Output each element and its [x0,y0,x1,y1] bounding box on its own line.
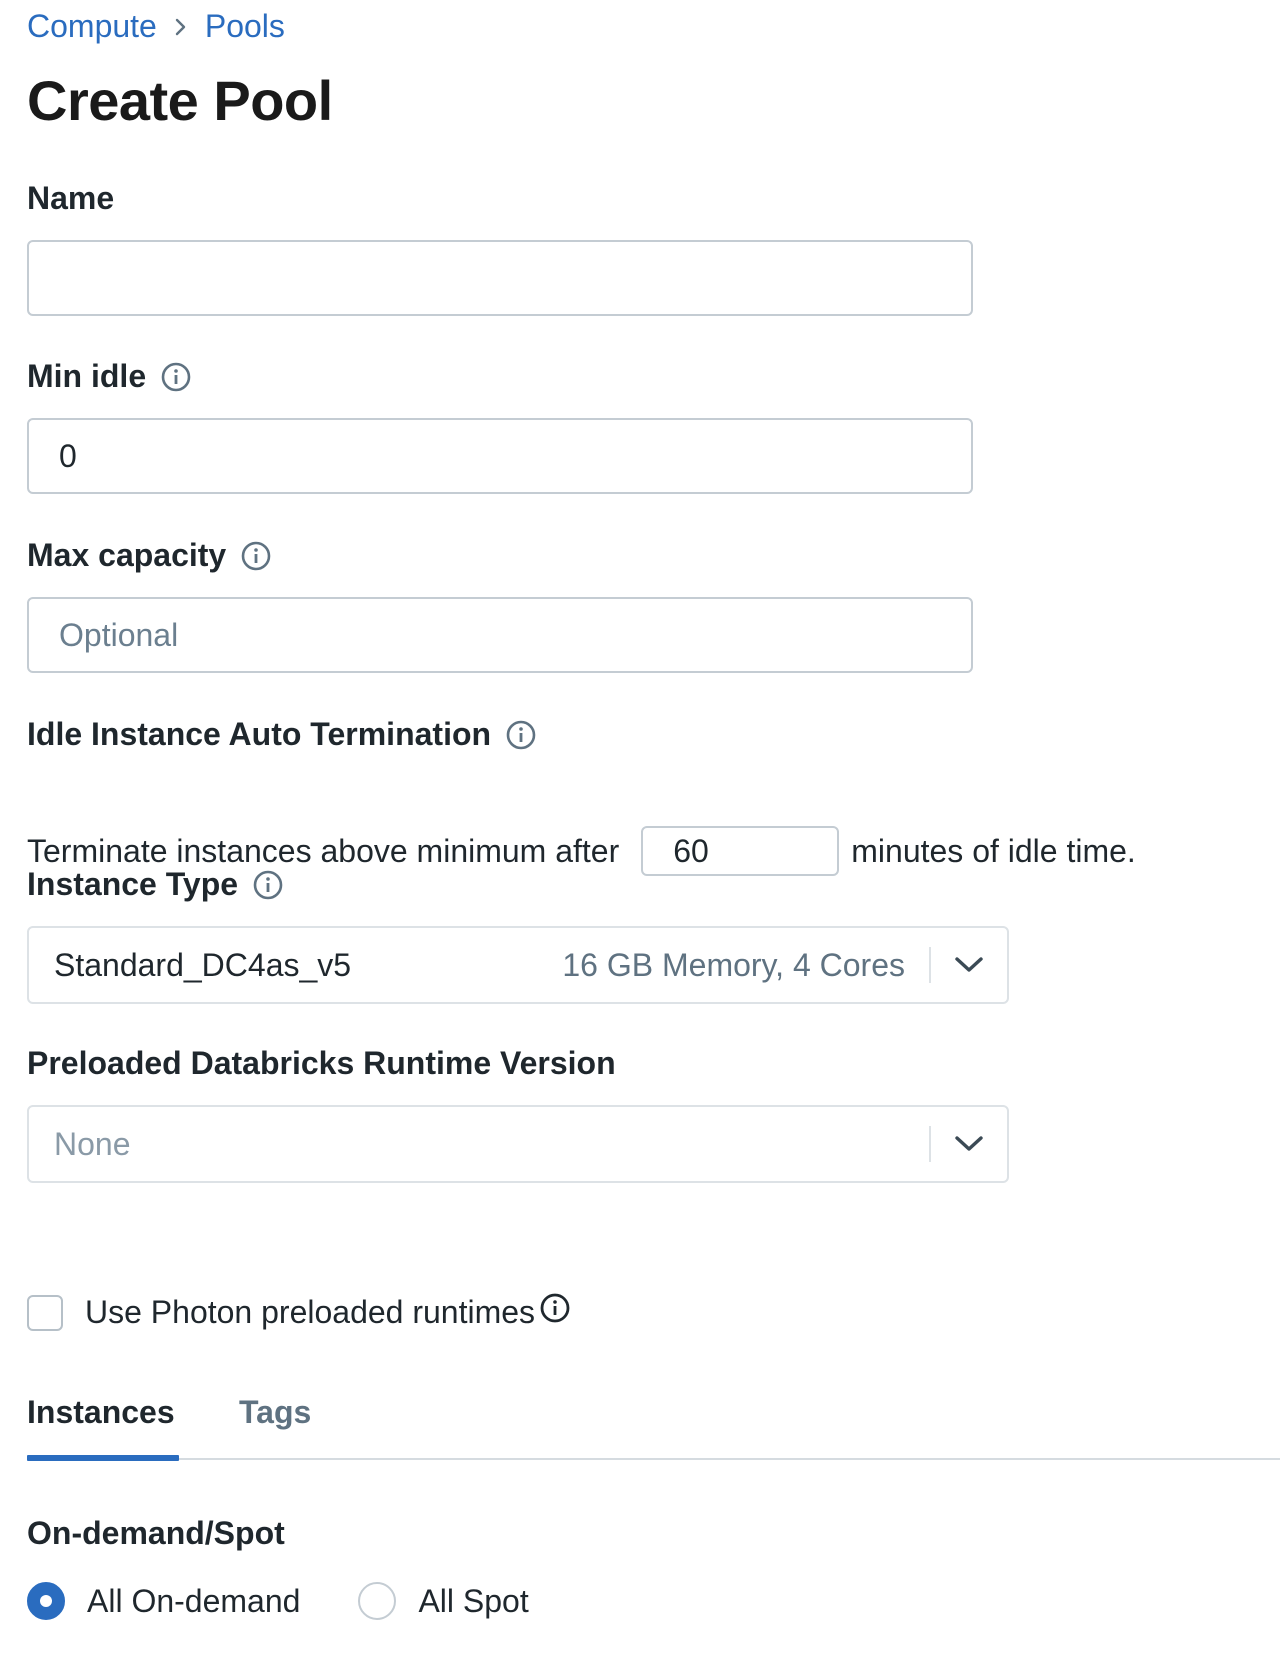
breadcrumb-item-compute[interactable]: Compute [27,8,157,45]
name-label: Name [27,180,114,217]
all-spot-radio[interactable] [358,1582,397,1620]
chevron-right-icon [175,18,187,36]
max-capacity-label: Max capacity [27,537,272,574]
instance-type-label-text: Instance Type [27,866,239,902]
create-pool-page: Compute Pools Create Pool Name Min idle … [0,0,1280,1668]
tab-tags-label: Tags [239,1394,312,1430]
min-idle-input[interactable] [27,418,973,494]
info-icon[interactable] [505,719,537,751]
max-capacity-label-text: Max capacity [27,537,227,573]
chevron-down-icon[interactable] [931,955,1007,975]
on-demand-spot-label-text: On-demand/Spot [27,1515,285,1551]
instance-type-label: Instance Type [27,866,284,903]
min-idle-label-text: Min idle [27,358,147,394]
photon-label[interactable]: Use Photon preloaded runtimes [85,1294,535,1331]
chevron-down-icon[interactable] [931,1134,1007,1154]
auto-termination-suffix: minutes of idle time. [851,832,1136,869]
min-idle-label: Min idle [27,358,192,395]
instance-type-description: 16 GB Memory, 4 Cores [562,946,905,983]
breadcrumb: Compute Pools [27,8,285,45]
all-spot-label[interactable]: All Spot [418,1583,528,1620]
on-demand-spot-label: On-demand/Spot [27,1515,285,1552]
auto-termination-minutes-input[interactable] [641,826,840,876]
breadcrumb-item-pools[interactable]: Pools [205,8,285,45]
on-demand-spot-radio-group: All On-demand All Spot [27,1582,587,1620]
info-icon[interactable] [160,361,192,393]
info-icon[interactable] [252,869,284,901]
all-on-demand-radio[interactable] [27,1582,65,1620]
auto-termination-prefix: Terminate instances above minimum after [27,832,620,869]
runtime-version-label: Preloaded Databricks Runtime Version [27,1045,616,1082]
tab-instances-label: Instances [27,1394,175,1430]
name-label-text: Name [27,180,115,216]
tab-bar: Instances Tags [27,1384,1280,1461]
instance-type-select[interactable]: Standard_DC4as_v5 16 GB Memory, 4 Cores [27,926,1009,1004]
tab-instances[interactable]: Instances [27,1394,175,1431]
photon-checkbox[interactable] [27,1294,63,1331]
max-capacity-input[interactable] [27,597,973,673]
auto-termination-label-text: Idle Instance Auto Termination [27,716,492,752]
tab-tags[interactable]: Tags [239,1394,311,1431]
name-input[interactable] [27,240,973,316]
instance-type-value: Standard_DC4as_v5 [54,946,352,983]
all-on-demand-label[interactable]: All On-demand [87,1583,300,1620]
page-title: Create Pool [27,69,333,132]
info-icon[interactable] [240,540,272,572]
runtime-version-label-text: Preloaded Databricks Runtime Version [27,1045,616,1081]
runtime-version-select[interactable]: None [27,1105,1009,1183]
active-tab-indicator [27,1455,179,1461]
info-icon[interactable] [539,1292,571,1324]
runtime-version-placeholder: None [54,1125,131,1162]
auto-termination-label: Idle Instance Auto Termination [27,716,537,753]
photon-row: Use Photon preloaded runtimes [27,1292,571,1331]
